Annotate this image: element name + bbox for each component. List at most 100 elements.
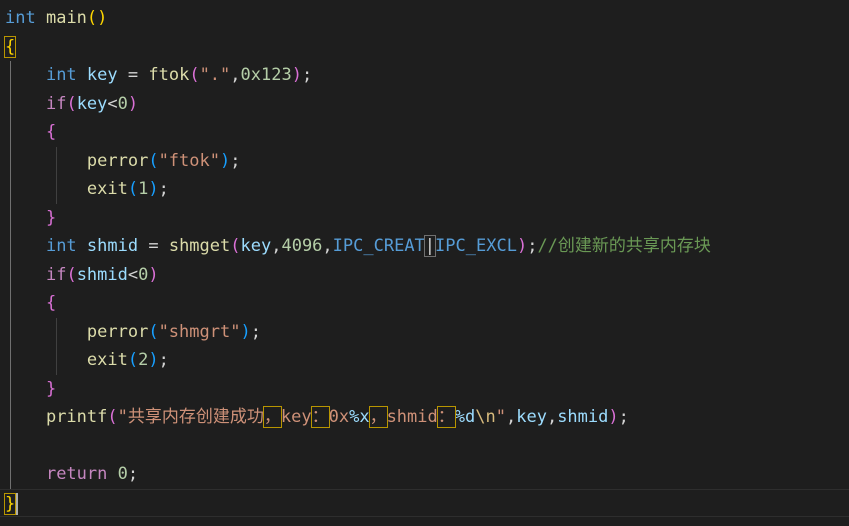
code-line-text: } xyxy=(5,375,56,403)
code-token: < xyxy=(107,93,118,114)
code-token: ： xyxy=(310,406,330,428)
code-token: shmid xyxy=(557,407,609,427)
code-line-10[interactable]: if(shmid<0) xyxy=(0,261,849,289)
code-line-4[interactable]: if(key<0) xyxy=(0,90,849,118)
code-token: IPC_EXCL xyxy=(435,236,517,256)
code-line-6[interactable]: perror("ftok"); xyxy=(0,147,849,175)
code-token: < xyxy=(127,264,139,285)
code-line-text: int key = ftok(".",0x123); xyxy=(5,61,312,89)
code-token: exit xyxy=(86,350,128,370)
code-token: ( xyxy=(66,93,77,114)
code-token: ) xyxy=(148,179,159,199)
code-token: main xyxy=(45,8,87,28)
code-line-18[interactable]: } xyxy=(0,488,849,518)
code-token: %d xyxy=(454,407,476,427)
code-token: key xyxy=(76,93,108,114)
code-line-text: { xyxy=(5,289,56,317)
code-line-16[interactable] xyxy=(0,432,849,460)
code-token: shmid xyxy=(76,264,128,285)
code-token: , xyxy=(322,236,333,256)
code-line-8[interactable]: } xyxy=(0,204,849,232)
code-line-text: int main() xyxy=(5,4,107,32)
code-token: "." xyxy=(199,65,231,85)
code-token: IPC_CREAT xyxy=(332,236,425,256)
code-token: ， xyxy=(368,406,388,428)
code-token: return xyxy=(45,464,108,484)
code-line-text: { xyxy=(5,118,56,146)
text-cursor xyxy=(16,492,18,515)
code-token: exit xyxy=(86,179,128,199)
code-line-text: exit(1); xyxy=(5,175,169,203)
code-token: ， xyxy=(262,406,282,428)
code-line-7[interactable]: exit(1); xyxy=(0,175,849,203)
code-line-17[interactable]: return 0; xyxy=(0,460,849,488)
code-token: if xyxy=(45,264,67,285)
code-token: 0x xyxy=(328,407,350,427)
code-line-12[interactable]: perror("shmgrt"); xyxy=(0,318,849,346)
code-token: ： xyxy=(436,406,456,428)
code-token: " xyxy=(495,407,506,427)
code-token: 0x123 xyxy=(240,65,292,85)
code-line-text: } xyxy=(3,490,17,518)
code-token: ) xyxy=(148,350,159,370)
code-token: int xyxy=(45,236,77,256)
code-line-text: } xyxy=(5,204,56,232)
code-token: , xyxy=(230,65,241,85)
code-token: perror xyxy=(86,321,149,342)
code-token: ; xyxy=(158,179,169,199)
code-token: shmid xyxy=(86,236,139,256)
code-line-1[interactable]: int main() xyxy=(0,4,849,32)
code-token: ( xyxy=(189,65,200,85)
code-token: } xyxy=(3,492,17,515)
code-line-text: { xyxy=(3,33,17,61)
code-token: { xyxy=(45,122,57,142)
code-token: if xyxy=(45,93,67,114)
code-line-11[interactable]: { xyxy=(0,289,849,317)
code-line-text: return 0; xyxy=(5,460,138,488)
code-token: key xyxy=(280,407,312,427)
code-token: { xyxy=(45,293,57,313)
code-token: ) xyxy=(127,93,139,114)
code-token: 0 xyxy=(117,464,128,484)
code-token: ; xyxy=(618,407,629,427)
code-line-text: perror("shmgrt"); xyxy=(5,318,261,346)
code-line-text: if(key<0) xyxy=(5,90,138,118)
code-token: ) xyxy=(516,236,528,256)
code-token: ; xyxy=(527,236,538,256)
code-token: ; xyxy=(301,65,313,85)
code-token: { xyxy=(3,35,17,58)
code-token: "ftok" xyxy=(158,150,220,171)
code-token: "shmgrt" xyxy=(158,321,241,342)
code-token: | xyxy=(423,235,437,257)
code-line-15[interactable]: printf("共享内存创建成功，key：0x%x，shmid：%d\n",ke… xyxy=(0,403,849,431)
code-line-2[interactable]: { xyxy=(0,33,849,61)
indent-guide xyxy=(56,317,57,375)
code-token: perror xyxy=(86,150,149,171)
code-token: ) xyxy=(240,321,251,342)
code-editor[interactable]: int main(){ int key = ftok(".",0x123); i… xyxy=(0,0,849,526)
code-line-text: exit(2); xyxy=(5,346,169,374)
code-token: int xyxy=(45,65,77,85)
code-token: ) xyxy=(291,65,302,85)
code-token: ) xyxy=(148,264,159,285)
code-line-3[interactable]: int key = ftok(".",0x123); xyxy=(0,61,849,89)
code-line-5[interactable]: { xyxy=(0,118,849,146)
code-line-9[interactable]: int shmid = shmget(key,4096,IPC_CREAT|IP… xyxy=(0,232,849,260)
code-token: ( xyxy=(148,150,159,171)
code-line-14[interactable]: } xyxy=(0,375,849,403)
code-token: 2 xyxy=(138,350,149,370)
code-token: ( xyxy=(107,407,118,427)
code-line-text: int shmid = shmget(key,4096,IPC_CREAT|IP… xyxy=(5,232,711,260)
code-token: ( xyxy=(230,236,241,256)
code-line-13[interactable]: exit(2); xyxy=(0,346,849,374)
code-token: , xyxy=(271,236,282,256)
code-token: 0 xyxy=(117,93,128,114)
code-token: ( xyxy=(127,179,139,199)
